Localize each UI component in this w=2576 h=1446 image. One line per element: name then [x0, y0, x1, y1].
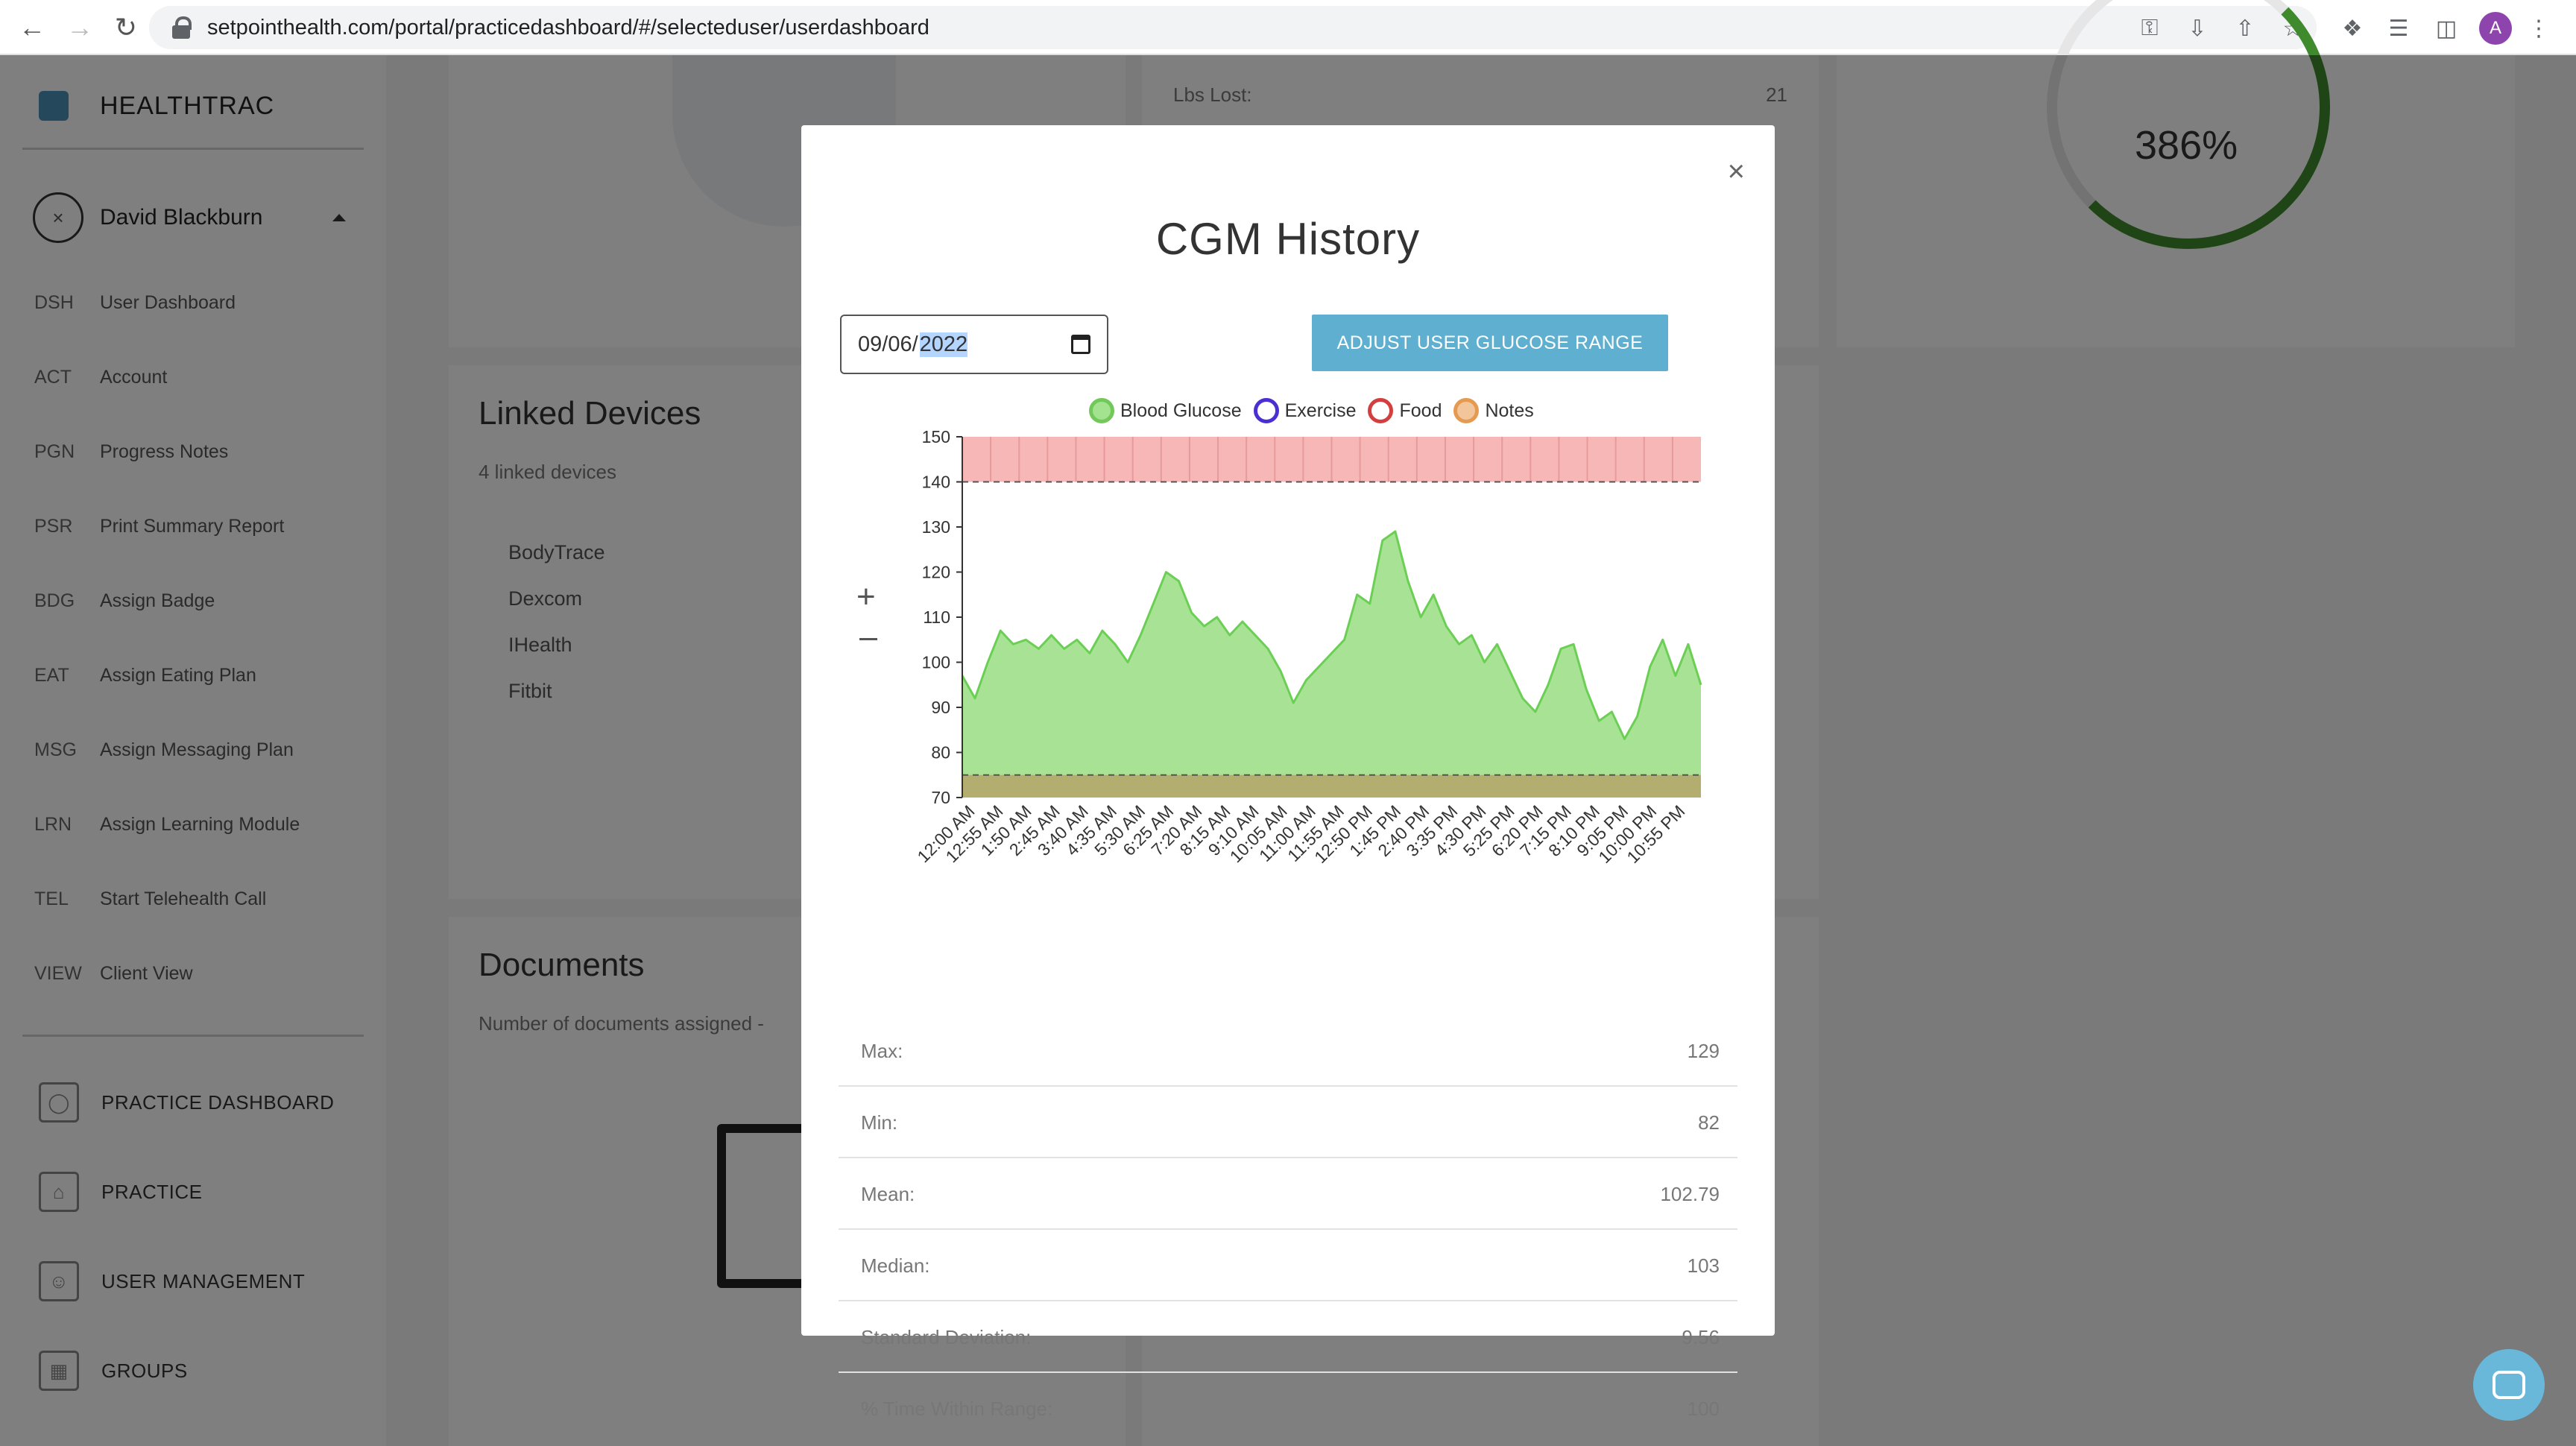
x-tick-label: 2:40 PM [1374, 801, 1433, 860]
x-tick-label: 10:05 AM [1226, 801, 1291, 866]
stat-row-mean: Mean: 102.79 [839, 1158, 1737, 1230]
legend-label: Notes [1485, 400, 1534, 421]
stat-label: Max: [861, 1040, 903, 1062]
x-tick-label: 12:50 PM [1310, 801, 1376, 867]
chart-legend: Blood Glucose Exercise Food Notes [1089, 398, 1546, 423]
stat-value: 9.56 [1682, 1326, 1720, 1348]
stat-value: 102.79 [1660, 1183, 1720, 1205]
x-tick-label: 11:55 AM [1284, 801, 1348, 865]
x-tick-label: 5:25 PM [1459, 801, 1518, 860]
legend-label: Blood Glucose [1120, 400, 1242, 421]
y-tick-label: 90 [931, 698, 950, 717]
stat-value: 100 [1687, 1398, 1720, 1420]
lock-icon [171, 16, 192, 39]
x-tick-label: 6:20 PM [1488, 801, 1547, 860]
stat-value: 103 [1687, 1254, 1720, 1277]
chat-bubble-icon [2493, 1371, 2525, 1399]
legend-exercise[interactable]: Exercise [1253, 398, 1357, 423]
y-tick-label: 110 [923, 607, 950, 627]
stat-row-max: Max: 129 [839, 1015, 1737, 1087]
stat-label: Min: [861, 1111, 898, 1134]
stat-label: Mean: [861, 1183, 915, 1205]
blood-glucose-area [962, 531, 1701, 798]
legend-swatch [1089, 398, 1114, 423]
stat-value: 129 [1687, 1040, 1720, 1062]
x-tick-label: 1:45 PM [1345, 801, 1404, 860]
url-text: setpointhealth.com/portal/practicedashbo… [207, 15, 929, 40]
legend-blood-glucose[interactable]: Blood Glucose [1089, 398, 1242, 423]
y-tick-label: 150 [922, 427, 950, 446]
x-tick-label: 8:15 AM [1176, 801, 1234, 859]
x-tick-label: 10:55 PM [1623, 801, 1688, 867]
profile-avatar[interactable]: A [2479, 12, 2512, 45]
reload-icon[interactable]: ↻ [109, 10, 143, 45]
y-tick-label: 70 [931, 788, 950, 807]
calendar-icon[interactable] [1071, 335, 1090, 354]
legend-swatch [1453, 398, 1480, 423]
y-tick-label: 140 [922, 473, 950, 492]
date-month-day: 09/06/ [858, 332, 918, 356]
forward-icon[interactable]: → [63, 10, 97, 45]
media-icon[interactable]: ☰ [2384, 13, 2414, 43]
x-tick-label: 7:20 AM [1147, 801, 1205, 859]
stat-label: % Time Within Range: [861, 1398, 1053, 1420]
legend-food[interactable]: Food [1368, 398, 1442, 423]
x-tick-label: 3:40 AM [1034, 801, 1092, 859]
x-tick-label: 9:10 AM [1205, 801, 1263, 859]
stat-row-time-in-range: % Time Within Range: 100 [839, 1373, 1737, 1445]
stat-row-std-dev: Standard Deviation: 9.56 [839, 1301, 1737, 1373]
modal-title: CGM History [1155, 214, 1421, 264]
y-tick-label: 100 [922, 653, 950, 672]
date-year: 2022 [919, 332, 968, 357]
y-tick-label: 120 [922, 563, 950, 582]
address-bar[interactable]: setpointhealth.com/portal/practicedashbo… [149, 6, 2317, 49]
zoom-in-button[interactable]: + [856, 578, 876, 616]
extensions-icon[interactable]: ❖ [2337, 13, 2367, 43]
close-icon[interactable]: × [1728, 155, 1745, 189]
x-tick-label: 11:00 AM [1255, 801, 1319, 865]
adjust-glucose-range-button[interactable]: ADJUST USER GLUCOSE RANGE [1312, 315, 1668, 371]
stat-label: Median: [861, 1254, 930, 1277]
stat-label: Standard Deviation: [861, 1326, 1032, 1348]
x-tick-label: 4:30 PM [1431, 801, 1490, 860]
x-tick-label: 2:45 AM [1006, 801, 1064, 859]
zoom-out-button[interactable] [859, 638, 877, 640]
x-tick-label: 1:50 AM [977, 801, 1035, 859]
legend-notes[interactable]: Notes [1453, 398, 1534, 423]
x-tick-label: 6:25 AM [1119, 801, 1177, 859]
low-range-band [962, 774, 1701, 798]
stat-value: 82 [1698, 1111, 1720, 1134]
range-band [962, 437, 1701, 482]
side-panel-icon[interactable]: ◫ [2431, 13, 2461, 43]
x-tick-label: 7:15 PM [1516, 801, 1575, 860]
x-tick-label: 9:05 PM [1573, 801, 1632, 860]
x-tick-label: 12:00 AM [913, 801, 978, 866]
cgm-history-modal: × CGM History 09/06/2022 ADJUST USER GLU… [801, 125, 1775, 1420]
legend-label: Exercise [1284, 400, 1357, 421]
range-band [962, 774, 1701, 798]
back-icon[interactable]: ← [15, 10, 49, 45]
chat-launcher-button[interactable] [2473, 1349, 2545, 1421]
y-tick-label: 130 [922, 517, 950, 537]
legend-label: Food [1399, 400, 1442, 421]
more-menu-icon[interactable]: ⋮ [2524, 13, 2554, 43]
legend-swatch [1253, 398, 1279, 423]
legend-swatch [1368, 398, 1394, 423]
y-tick-label: 80 [931, 743, 950, 763]
blood-glucose-line [961, 530, 1702, 740]
stat-row-median: Median: 103 [839, 1230, 1737, 1301]
x-tick-label: 5:30 AM [1090, 801, 1149, 859]
date-input[interactable]: 09/06/2022 [840, 315, 1108, 374]
x-tick-label: 8:10 PM [1544, 801, 1603, 860]
x-tick-label: 12:55 AM [942, 801, 1007, 866]
x-tick-label: 4:35 AM [1062, 801, 1120, 859]
stat-row-min: Min: 82 [839, 1087, 1737, 1158]
x-tick-label: 3:35 PM [1403, 801, 1462, 860]
x-tick-label: 10:00 PM [1594, 801, 1660, 867]
